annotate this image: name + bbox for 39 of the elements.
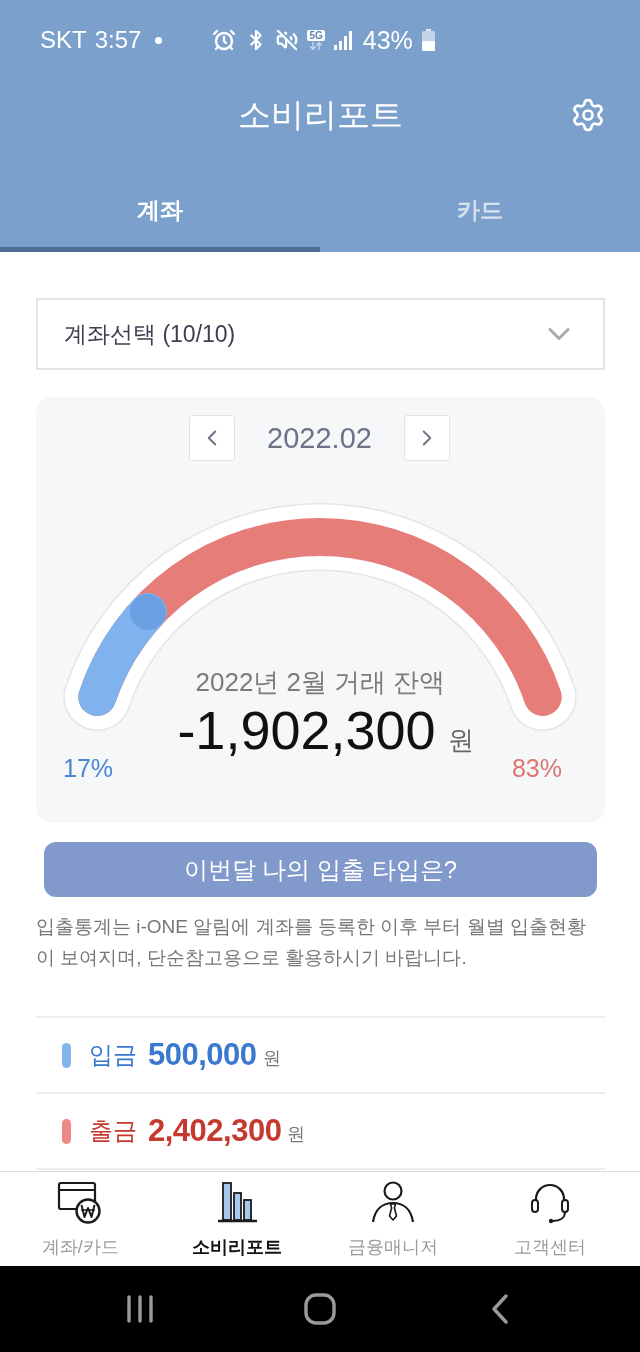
tab[interactable]: 카드 — [320, 150, 640, 252]
battery-icon — [421, 29, 435, 51]
nav-item[interactable]: 금융매니저 — [315, 1172, 472, 1266]
data-arrows-icon — [309, 42, 324, 50]
mute-icon — [276, 29, 299, 51]
summary-label: 입금 — [89, 1040, 137, 1070]
battery-text: 43% — [362, 26, 413, 54]
home-icon — [304, 1293, 336, 1325]
recents-icon — [126, 1295, 154, 1323]
summary-amount: 2,402,300 — [148, 1114, 282, 1148]
notification-dot-icon — [155, 36, 163, 44]
home-button[interactable] — [304, 1293, 336, 1325]
page-title: 소비리포트 — [237, 95, 403, 135]
recents-button[interactable] — [126, 1295, 154, 1323]
currency-unit: 원 — [447, 725, 474, 755]
balance-caption: 2022년 2월 거래 잔액 — [195, 666, 446, 698]
spending-type-button[interactable]: 이번달 나의 입출 타입은? — [44, 842, 597, 897]
settings-icon — [570, 97, 606, 133]
nav-item[interactable]: 계좌/카드 — [2, 1172, 159, 1266]
deposit-percent: 17% — [63, 756, 114, 780]
currency-unit: 원 — [262, 1047, 281, 1070]
balance-amount: -1,902,300 — [177, 704, 436, 756]
alarm-icon — [212, 28, 237, 52]
carrier-text: SKT — [40, 26, 87, 54]
person-tie-icon — [371, 1180, 416, 1224]
network-type-text: 5G — [307, 30, 325, 41]
withdrawal-percent: 83% — [511, 756, 562, 780]
back-button[interactable] — [492, 1294, 508, 1324]
clock-text: 3:57 — [94, 26, 142, 54]
nav-item[interactable]: 고객센터 — [471, 1172, 628, 1266]
summary-label: 출금 — [89, 1116, 137, 1146]
account-select[interactable]: 계좌선택 (10/10) — [36, 298, 605, 370]
month-text: 2022.02 — [267, 421, 372, 456]
currency-unit: 원 — [287, 1123, 306, 1146]
summary-amount: 500,000 — [148, 1038, 257, 1072]
signal-icon — [333, 30, 352, 50]
back-icon — [492, 1294, 508, 1324]
notice-text: 입출통계는 i-ONE 알림에 계좌를 등록한 이후 부터 월별 입출현황이 보여지며, 단순참고용으로 활용하시기 바랍니다. — [36, 915, 587, 970]
nav-item[interactable]: 소비리포트 — [158, 1172, 315, 1266]
